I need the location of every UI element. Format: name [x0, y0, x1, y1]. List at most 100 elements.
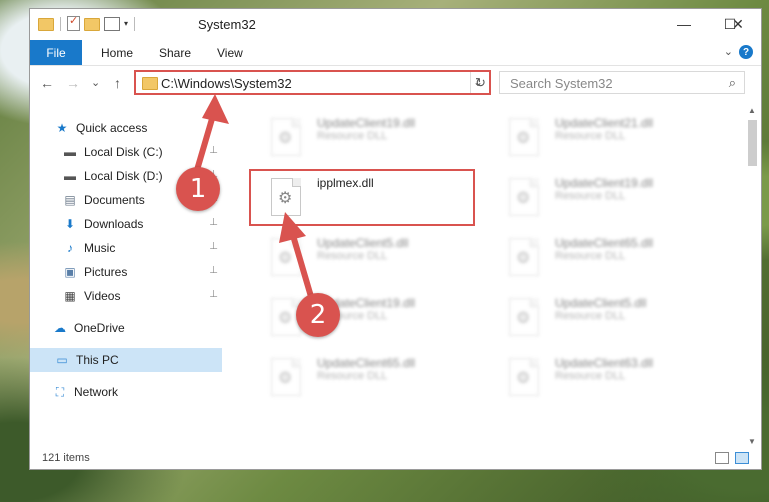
status-bar: 121 items	[30, 448, 761, 470]
sidebar-item[interactable]: ♪ Music ⊥	[30, 236, 222, 260]
dll-file-icon: ⚙	[271, 238, 301, 276]
dll-file-icon: ⚙	[509, 298, 539, 336]
gear-icon: ⚙	[516, 190, 531, 207]
scroll-up-icon[interactable]: ▲	[748, 106, 756, 115]
sidebar-item-label: Documents	[84, 193, 145, 207]
minimize-icon: —	[677, 16, 691, 32]
sidebar-item[interactable]: ▭ This PC	[30, 348, 222, 372]
dll-file-icon: ⚙	[509, 238, 539, 276]
pin-icon[interactable]: ⊥	[209, 145, 218, 156]
search-box[interactable]: Search System32 ⌕	[499, 71, 745, 94]
search-placeholder[interactable]: Search System32	[510, 76, 613, 91]
navigation-bar: ← → ⌄ ↑ C:\Windows\System32 ⌄ ↻ Search S…	[30, 66, 761, 100]
documents-icon: ▤	[64, 193, 76, 207]
gear-icon: ⚙	[278, 370, 293, 387]
pin-icon[interactable]: ⊥	[209, 289, 218, 300]
file-type: Resource DLL	[555, 370, 626, 382]
tab-file[interactable]: File	[30, 40, 82, 65]
file-name: UpdateClient5.dll	[555, 296, 647, 310]
videos-icon: ▦	[64, 289, 76, 303]
network-icon: ⛶	[55, 384, 65, 399]
tab-home[interactable]: Home	[101, 46, 133, 60]
details-view-icon[interactable]	[715, 452, 729, 464]
file-type: Resource DLL	[555, 310, 626, 322]
customize-toolbar-chevron-icon[interactable]: ▾	[124, 19, 128, 28]
gear-icon: ⚙	[278, 310, 293, 327]
explorer-window: ▾ System32 — ☐ ✕ File Home Share View ⌄ …	[29, 8, 762, 470]
drive-icon: ▬	[64, 145, 76, 159]
sidebar-item[interactable]: ★ Quick access	[30, 116, 222, 140]
dll-file-icon: ⚙	[509, 178, 539, 216]
file-item[interactable]: ⚙ UpdateClient19.dll Resource DLL	[249, 110, 479, 168]
properties-icon[interactable]	[67, 14, 80, 31]
tab-view[interactable]: View	[217, 46, 243, 60]
file-item[interactable]: ⚙ UpdateClient19.dll Resource DLL	[487, 170, 717, 228]
sidebar-item[interactable]: ▣ Pictures ⊥	[30, 260, 222, 284]
step-2-badge: 2	[296, 293, 340, 337]
ribbon: File Home Share View ⌄ ?	[30, 40, 761, 66]
navigation-pane: ★ Quick access ▬ Local Disk (C:) ⊥ ▬ Local Dis…	[30, 106, 222, 446]
tiles-view-icon[interactable]	[735, 452, 749, 464]
file-list: ⚙ UpdateClient19.dll Resource DLL ⚙ UpdateCl…	[230, 100, 740, 445]
quick-access-toolbar: ▾	[38, 14, 137, 31]
dll-file-icon: ⚙	[271, 358, 301, 396]
download-icon: ⬇	[64, 217, 76, 231]
file-type: Resource DLL	[317, 130, 388, 142]
search-icon[interactable]: ⌕	[729, 75, 736, 91]
sidebar-item-label: OneDrive	[74, 321, 125, 335]
gear-icon: ⚙	[278, 250, 293, 267]
sidebar-item[interactable]: ▬ Local Disk (C:) ⊥	[30, 140, 222, 164]
up-arrow-icon[interactable]: ↑	[114, 75, 121, 91]
file-item[interactable]: ⚙ UpdateClient63.dll Resource DLL	[487, 350, 717, 408]
sidebar-item-label: Videos	[84, 289, 121, 303]
pin-icon[interactable]: ⊥	[209, 241, 218, 252]
star-icon: ★	[56, 121, 68, 135]
dll-file-icon: ⚙	[509, 358, 539, 396]
music-icon: ♪	[67, 241, 73, 255]
close-button[interactable]: ✕	[714, 9, 762, 39]
dll-file-icon: ⚙	[271, 118, 301, 156]
file-name: UpdateClient65.dll	[317, 356, 416, 370]
file-item[interactable]: ⚙ UpdateClient65.dll Resource DLL	[487, 230, 717, 288]
file-item[interactable]: ⚙ UpdateClient5.dll Resource DLL	[249, 230, 479, 288]
folder-icon	[38, 18, 54, 31]
pictures-icon: ▣	[64, 265, 76, 279]
sidebar-item-label: Downloads	[84, 217, 144, 231]
sidebar-item[interactable]: ⛶ Network	[30, 380, 222, 404]
view-options-icon[interactable]	[104, 16, 120, 31]
minimize-button[interactable]: —	[661, 9, 707, 39]
new-folder-icon[interactable]	[84, 18, 100, 31]
sidebar-item-label: Network	[74, 385, 119, 399]
vertical-scrollbar[interactable]: ▲ ▼	[746, 106, 759, 446]
scroll-down-icon[interactable]: ▼	[748, 437, 756, 446]
back-arrow-icon[interactable]: ←	[40, 75, 54, 91]
file-item[interactable]: ⚙ UpdateClient21.dll Resource DLL	[487, 110, 717, 168]
pin-icon[interactable]: ⊥	[209, 265, 218, 276]
forward-arrow-icon[interactable]: →	[66, 75, 80, 91]
view-buttons	[715, 452, 749, 464]
item-count: 121 items	[42, 452, 90, 464]
sidebar-item-label: Pictures	[84, 265, 128, 279]
sidebar-item[interactable]: ⬇ Downloads ⊥	[30, 212, 222, 236]
step-1-badge: 1	[176, 167, 220, 211]
file-type: Resource DLL	[555, 250, 626, 262]
file-item[interactable]: ⚙ UpdateClient5.dll Resource DLL	[487, 290, 717, 348]
gear-icon: ⚙	[516, 130, 531, 147]
sidebar-item[interactable]: ☁ OneDrive	[30, 316, 222, 340]
cloud-icon: ☁	[54, 321, 66, 335]
recent-locations-chevron-icon[interactable]: ⌄	[91, 76, 100, 89]
sidebar-item-label: Local Disk (D:)	[84, 169, 163, 183]
pin-icon[interactable]: ⊥	[209, 217, 218, 228]
expand-ribbon-chevron-icon[interactable]: ⌄	[724, 45, 733, 58]
help-icon[interactable]: ?	[739, 45, 753, 59]
file-name: UpdateClient19.dll	[555, 176, 654, 190]
gear-icon: ⚙	[278, 130, 293, 147]
tab-share[interactable]: Share	[159, 46, 191, 60]
drive-icon: ▬	[64, 169, 76, 183]
scrollbar-thumb[interactable]	[748, 120, 757, 166]
computer-icon: ▭	[56, 353, 68, 367]
file-item[interactable]: ⚙ UpdateClient19.dll Resource DLL	[249, 290, 479, 348]
file-item[interactable]: ⚙ UpdateClient65.dll Resource DLL	[249, 350, 479, 408]
sidebar-item[interactable]: ▦ Videos ⊥	[30, 284, 222, 308]
window-title: System32	[198, 17, 256, 32]
